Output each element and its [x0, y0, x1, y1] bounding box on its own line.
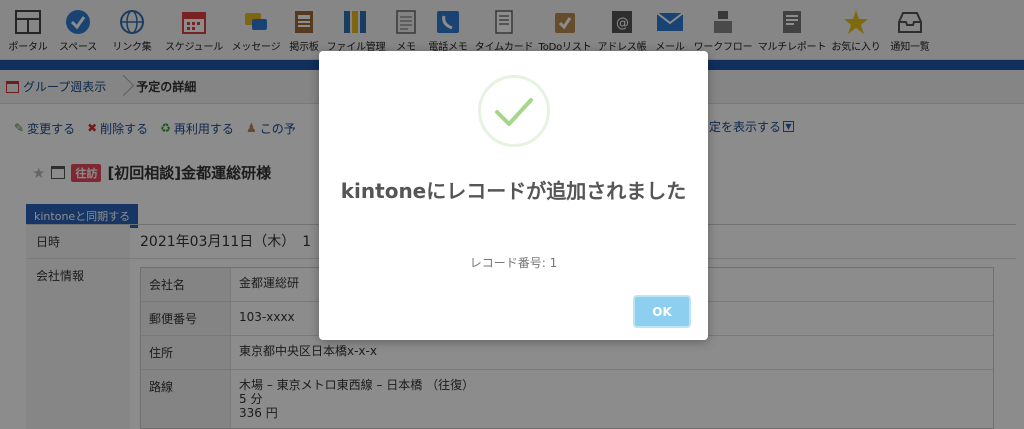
ok-button[interactable]: OK — [633, 295, 691, 328]
dialog-title: kintoneにレコードが追加されました — [340, 179, 687, 203]
success-circle — [478, 75, 550, 147]
check-icon — [495, 98, 533, 126]
dialog-text: レコード番号: 1 — [469, 256, 558, 270]
success-dialog: kintoneにレコードが追加されました レコード番号: 1 OK — [319, 51, 708, 340]
